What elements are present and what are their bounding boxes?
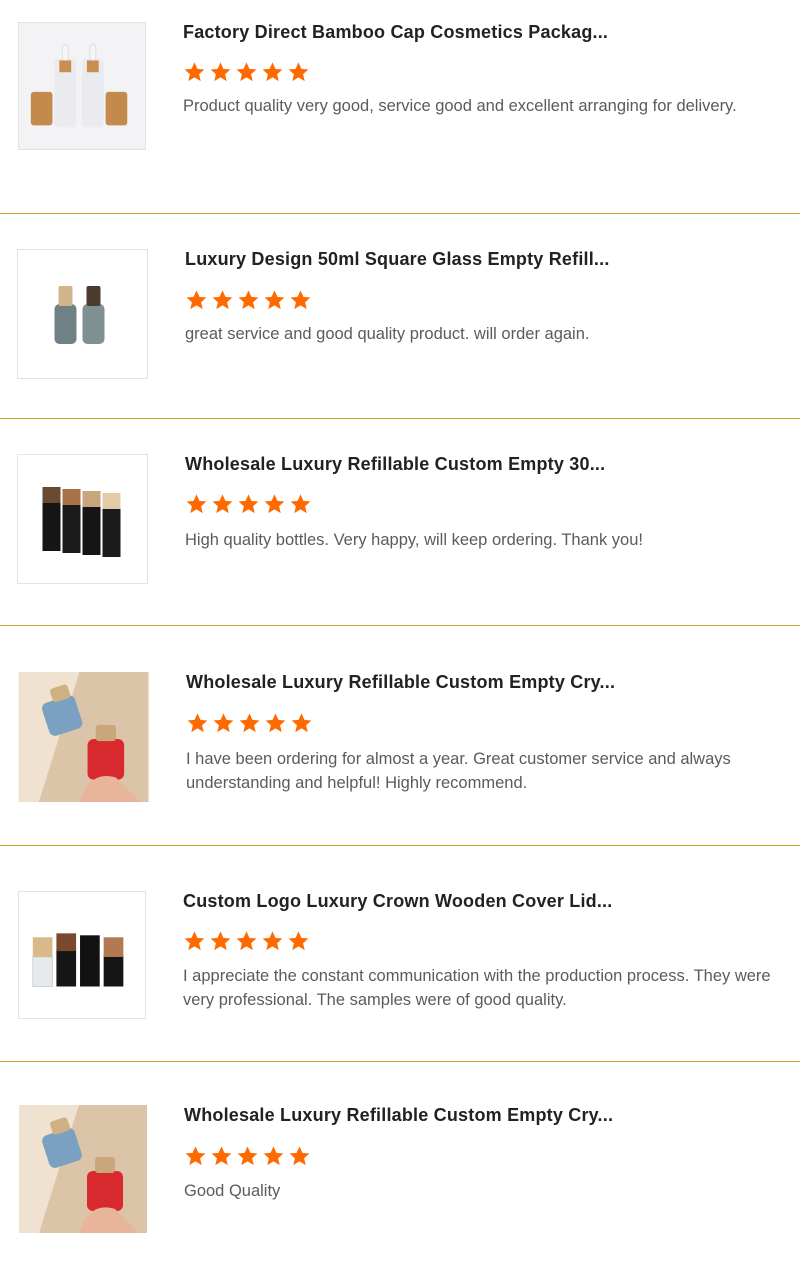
star-icon (185, 1146, 206, 1166)
product-thumbnail[interactable] (17, 249, 148, 379)
product-title[interactable]: Custom Logo Luxury Crown Wooden Cover Li… (183, 891, 612, 912)
product-thumbnail[interactable] (18, 891, 146, 1019)
review-item: Factory Direct Bamboo Cap Cosmetics Pack… (0, 0, 800, 214)
review-comment: Product quality very good, service good … (183, 97, 737, 115)
product-title[interactable]: Wholesale Luxury Refillable Custom Empty… (186, 672, 615, 693)
product-title[interactable]: Luxury Design 50ml Square Glass Empty Re… (185, 249, 610, 270)
star-icon (210, 931, 231, 951)
review-item: Wholesale Luxury Refillable Custom Empty… (0, 626, 800, 845)
grey-glass-bottles-image (18, 250, 147, 378)
star-icon (186, 494, 207, 514)
star-rating (183, 61, 310, 83)
star-icon (289, 1146, 310, 1166)
bottle-set-image (19, 892, 145, 1018)
star-icon (238, 290, 259, 310)
star-rating (183, 930, 310, 952)
product-title[interactable]: Wholesale Luxury Refillable Custom Empty… (184, 1105, 613, 1126)
product-title[interactable]: Wholesale Luxury Refillable Custom Empty… (185, 454, 605, 475)
star-rating (185, 289, 312, 311)
star-rating (184, 1145, 311, 1167)
hand-holding-bottles-image (19, 1105, 147, 1233)
product-thumbnail[interactable] (18, 672, 149, 802)
review-comment: I have been ordering for almost a year. … (186, 750, 731, 792)
review-comment: great service and good quality product. … (185, 325, 590, 343)
star-icon (212, 494, 233, 514)
review-comment: High quality bottles. Very happy, will k… (185, 531, 643, 549)
star-icon (236, 931, 257, 951)
review-item: Luxury Design 50ml Square Glass Empty Re… (0, 214, 800, 418)
star-icon (288, 62, 309, 82)
star-icon (238, 494, 259, 514)
star-icon (262, 62, 283, 82)
star-icon (264, 494, 285, 514)
star-icon (210, 62, 231, 82)
star-icon (184, 62, 205, 82)
star-rating (185, 493, 312, 515)
star-icon (264, 290, 285, 310)
star-icon (212, 290, 233, 310)
review-item: Wholesale Luxury Refillable Custom Empty… (0, 1062, 800, 1261)
product-thumbnail[interactable] (18, 22, 146, 150)
star-icon (262, 931, 283, 951)
frosted-dropper-bottles-image (19, 23, 145, 149)
star-icon (184, 931, 205, 951)
product-thumbnail[interactable] (19, 1105, 147, 1233)
star-icon (213, 713, 234, 733)
review-item: Wholesale Luxury Refillable Custom Empty… (0, 419, 800, 625)
star-icon (237, 1146, 258, 1166)
star-icon (290, 290, 311, 310)
star-icon (187, 713, 208, 733)
star-icon (288, 931, 309, 951)
star-icon (211, 1146, 232, 1166)
star-icon (236, 62, 257, 82)
star-icon (290, 494, 311, 514)
star-icon (239, 713, 260, 733)
star-rating (186, 712, 313, 734)
product-title[interactable]: Factory Direct Bamboo Cap Cosmetics Pack… (183, 22, 608, 43)
product-thumbnail[interactable] (17, 454, 148, 584)
star-icon (291, 713, 312, 733)
star-icon (186, 290, 207, 310)
black-boxes-image (18, 455, 147, 583)
review-comment: I appreciate the constant communication … (183, 967, 771, 1009)
review-item: Custom Logo Luxury Crown Wooden Cover Li… (0, 846, 800, 1061)
star-icon (263, 1146, 284, 1166)
review-comment: Good Quality (184, 1182, 281, 1200)
hand-holding-bottles-image (18, 672, 149, 802)
star-icon (265, 713, 286, 733)
